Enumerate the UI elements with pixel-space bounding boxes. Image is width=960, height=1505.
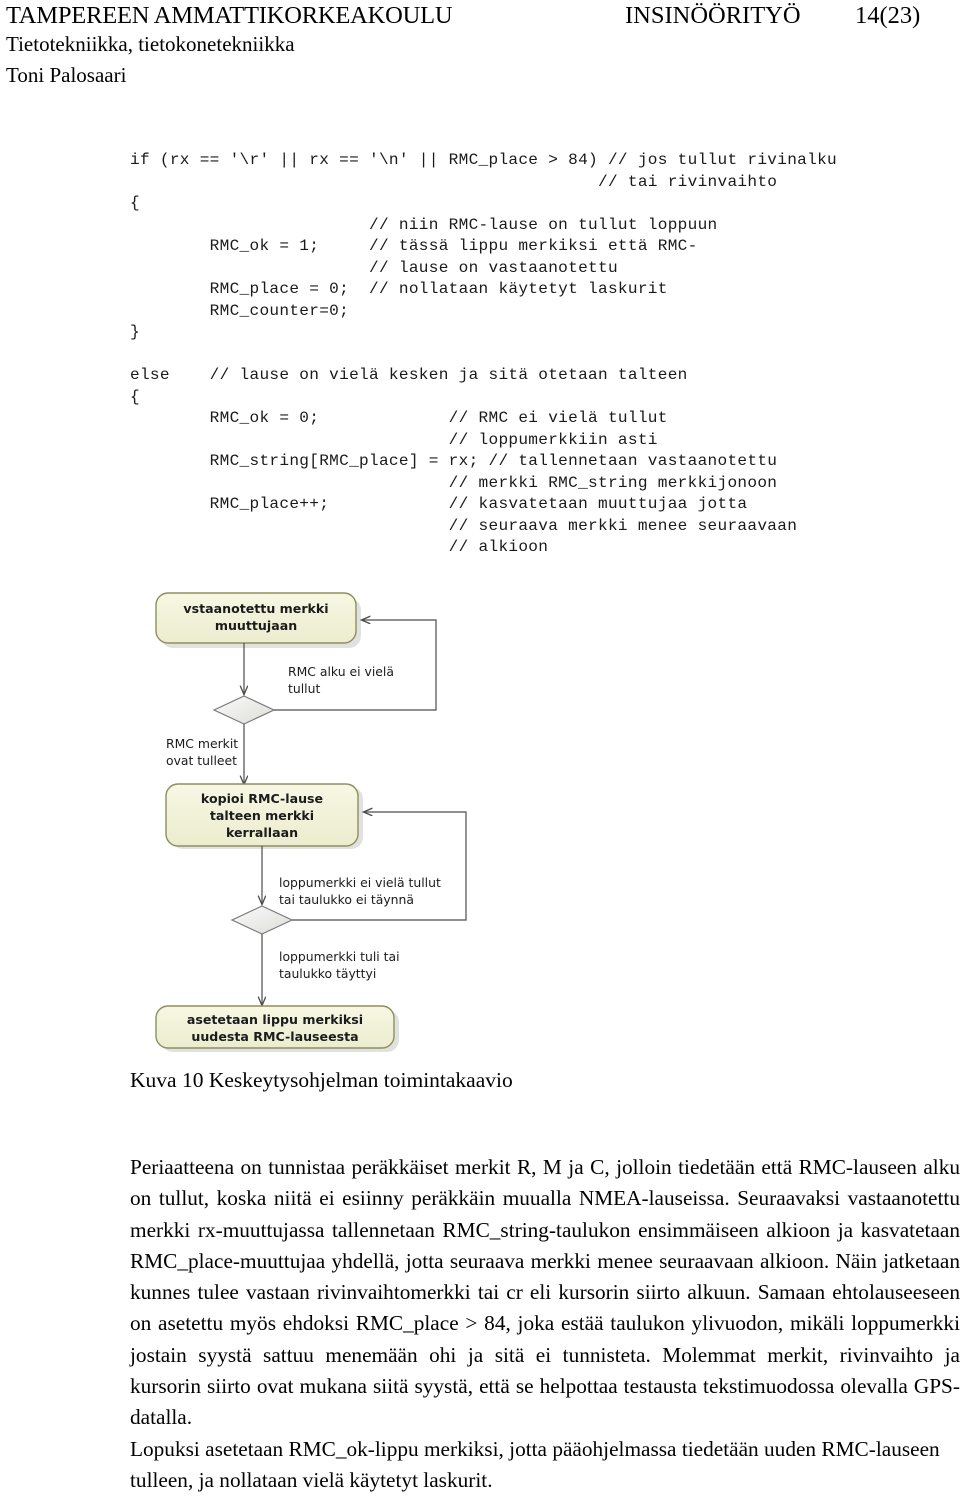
edge-label-3-line-2: tai taulukko ei täynnä [279, 892, 414, 907]
decision-2-diamond [230, 905, 294, 935]
node-2-line-2: talteen merkki [210, 808, 314, 823]
edge-label-4-line-2: taulukko täyttyi [279, 966, 376, 981]
figure-caption: Kuva 10 Keskeytysohjelman toimintakaavio [130, 1068, 513, 1092]
flowchart-decision-2 [230, 905, 294, 935]
edge-label-1-line-1: RMC alku ei vielä [288, 664, 394, 679]
node-3-line-2: uudesta RMC-lauseesta [191, 1029, 358, 1044]
header-document-type: INSINÖÖRITYÖ [625, 2, 801, 29]
edge-label-2-line-1: RMC merkit [166, 736, 238, 751]
header-top-row: TAMPEREEN AMMATTIKORKEAKOULU INSINÖÖRITY… [0, 0, 960, 30]
flowchart-node-kopioi-rmc-lause: kopioi RMC-lause talteen merkki kerralla… [165, 783, 359, 847]
document-header: TAMPEREEN AMMATTIKORKEAKOULU INSINÖÖRITY… [0, 0, 960, 87]
edge-label-2-line-2: ovat tulleet [166, 753, 237, 768]
node-2-line-3: kerrallaan [226, 825, 298, 840]
node-1-line-2: muuttujaan [215, 618, 297, 633]
code-listing: if (rx == '\r' || rx == '\n' || RMC_plac… [130, 151, 838, 557]
body-paragraph-1: Periaatteena on tunnistaa peräkkäiset me… [130, 1155, 960, 1430]
flowchart-node-asetetaan-lippu: asetetaan lippu merkiksi uudesta RMC-lau… [155, 1005, 395, 1049]
node-1-line-1: vstaanotettu merkki [183, 601, 328, 616]
node-3-line-1: asetetaan lippu merkiksi [187, 1012, 363, 1027]
header-department: Tietotekniikka, tietokonetekniikka [6, 32, 295, 56]
body-paragraph-2: Lopuksi asetetaan RMC_ok-lippu merkiksi,… [130, 1436, 940, 1492]
edge-label-3-line-1: loppumerkki ei vielä tullut [279, 875, 441, 890]
flowchart-node-vastaanotettu-merkki: vstaanotettu merkki muuttujaan [155, 592, 357, 644]
flowchart-figure: vstaanotettu merkki muuttujaan RMC alku … [138, 572, 538, 1052]
edge-label-1-line-2: tullut [288, 681, 320, 696]
decision-1-diamond [212, 695, 276, 725]
body-text-block: Periaatteena on tunnistaa peräkkäiset me… [130, 1152, 960, 1496]
edge-label-4-line-1: loppumerkki tuli tai [279, 949, 400, 964]
header-school-name: TAMPEREEN AMMATTIKORKEAKOULU [6, 2, 453, 29]
header-page-number: 14(23) [855, 2, 921, 29]
header-author: Toni Palosaari [6, 63, 127, 87]
flowchart-decision-1 [212, 695, 276, 725]
node-2-line-1: kopioi RMC-lause [201, 791, 323, 806]
